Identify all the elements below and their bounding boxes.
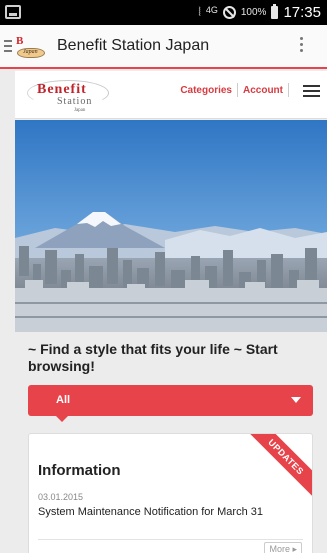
app-bar: B Japan Benefit Station Japan	[0, 25, 327, 69]
app-title: Benefit Station Japan	[57, 37, 210, 54]
site-logo-sub: Station	[57, 96, 93, 107]
vibrate-icon: ⦚	[198, 5, 201, 19]
tagline: ~ Find a style that fits your life ~ Sta…	[28, 341, 278, 374]
status-bar: ⦚ 4G 100% 17:35	[0, 0, 327, 25]
category-dropdown[interactable]: All	[28, 385, 313, 422]
hero-photo	[15, 120, 327, 332]
card-divider	[38, 539, 303, 540]
menu-icon[interactable]	[303, 85, 320, 100]
news-item-link[interactable]: System Maintenance Notification for Marc…	[38, 506, 263, 518]
notification-image-icon	[5, 5, 21, 19]
site-header: Benefit Station Japan Categories Account	[15, 71, 327, 119]
nav-categories-link[interactable]: Categories	[180, 85, 232, 96]
caret-down-icon	[291, 397, 301, 403]
nav-account-link[interactable]: Account	[243, 85, 283, 96]
drawer-icon[interactable]	[4, 40, 12, 52]
dropdown-selected: All	[56, 394, 71, 406]
battery-percent: 100%	[240, 7, 267, 18]
information-card: UPDATES Information 03.01.2015 System Ma…	[28, 433, 313, 553]
updates-ribbon: UPDATES	[240, 434, 312, 503]
nav-links: Categories Account	[180, 83, 294, 97]
nav-divider	[237, 83, 238, 97]
battery-icon	[271, 4, 279, 19]
app-logo-text: Japan	[23, 49, 38, 55]
blocked-icon	[222, 6, 236, 19]
clock: 17:35	[283, 4, 321, 21]
site-logo[interactable]: Benefit Station Japan	[27, 79, 112, 115]
status-icons: ⦚ 4G 100% 17:35	[198, 0, 321, 25]
overflow-menu-icon[interactable]	[300, 37, 303, 55]
dropdown-pointer	[56, 416, 68, 422]
more-button[interactable]: More ▸	[264, 542, 302, 553]
network-type: 4G	[205, 4, 218, 15]
app-logo-letter: B	[16, 35, 24, 47]
nav-divider	[288, 83, 289, 97]
news-date: 03.01.2015	[38, 492, 84, 502]
information-heading: Information	[38, 462, 121, 479]
app-logo[interactable]: B Japan	[14, 35, 50, 61]
hero-image	[15, 120, 327, 332]
site-logo-small: Japan	[74, 108, 86, 113]
